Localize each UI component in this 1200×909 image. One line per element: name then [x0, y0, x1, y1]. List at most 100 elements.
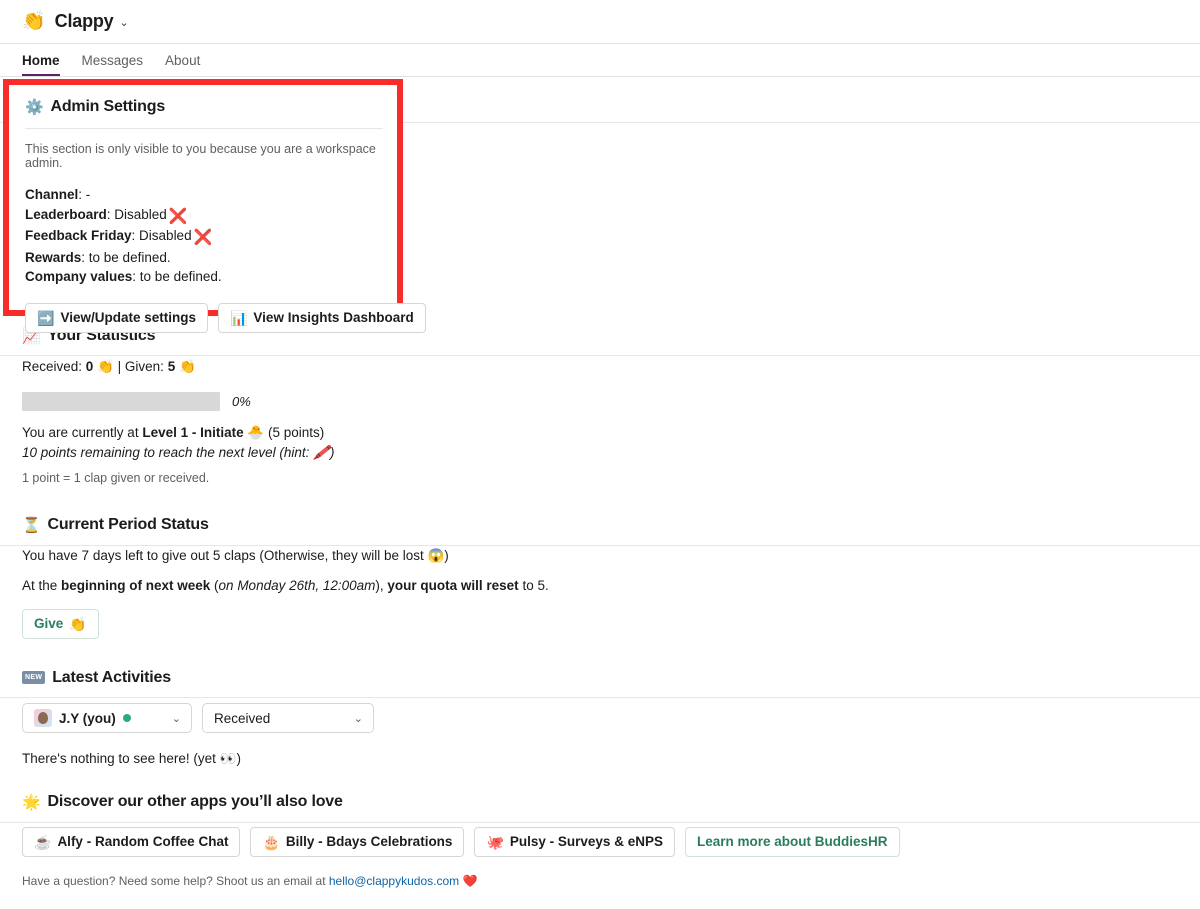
view-insights-dashboard-button[interactable]: 📊 View Insights Dashboard	[217, 302, 426, 333]
view-update-settings-label: View/Update settings	[60, 309, 196, 325]
admin-settings-card: ⚙️ Admin Settings This section is only v…	[9, 85, 426, 333]
support-email-link[interactable]: hello@clappykudos.com	[329, 874, 459, 888]
latest-activities-section: NEW Latest Activities J.Y (you) ⌄ Receiv…	[0, 669, 1200, 767]
level-progress-row: 0%	[22, 392, 1200, 411]
discover-apps-section: 🌟 Discover our other apps you’ll also lo…	[0, 793, 1200, 888]
bar-chart-icon: 📊	[229, 309, 248, 326]
latest-activities-title-row: NEW Latest Activities	[22, 669, 1200, 687]
admin-settings-title: Admin Settings	[50, 98, 166, 115]
current-period-title: Current Period Status	[47, 516, 209, 533]
received-value: 0	[85, 359, 94, 374]
app-root: 👏 Clappy ⌄ Home Messages About ⚙️ Admin …	[0, 0, 1200, 909]
arrow-right-icon: ➡️	[37, 309, 55, 326]
admin-settings-title-row: ⚙️ Admin Settings	[25, 98, 383, 116]
admin-row-company-values: Company values: to be defined.	[25, 267, 383, 287]
activities-empty-state: There's nothing to see here! (yet 👀)	[22, 751, 1200, 767]
app-button-label: Billy - Bdays Celebrations	[285, 834, 453, 850]
screaming-face-icon: 😱	[427, 548, 445, 563]
learn-more-buddieshr-button[interactable]: Learn more about BuddiesHR	[684, 827, 900, 857]
discover-app-buttons: ☕ Alfy - Random Coffee Chat 🎂 Billy - Bd…	[22, 827, 1200, 857]
clap-icon: 👏	[178, 359, 196, 374]
quota-reset-line: At the beginning of next week (on Monday…	[22, 578, 1200, 593]
current-level-line: You are currently at Level 1 - Initiate …	[22, 425, 1200, 441]
crayon-icon: 🖍️	[313, 445, 330, 460]
app-button-label: Pulsy - Surveys & eNPS	[509, 834, 663, 850]
app-button-alfy[interactable]: ☕ Alfy - Random Coffee Chat	[22, 827, 241, 857]
admin-row-label: Rewards	[25, 249, 82, 265]
empty-state-suffix: )	[236, 751, 242, 766]
current-level-points: (5 points)	[264, 425, 325, 440]
activities-filters: J.Y (you) ⌄ Received ⌄	[22, 703, 1200, 733]
latest-activities-title: Latest Activities	[52, 669, 171, 686]
view-update-settings-button[interactable]: ➡️ View/Update settings	[25, 302, 208, 333]
current-level-prefix: You are currently at	[22, 425, 143, 440]
hatching-chick-icon: 🐣	[247, 425, 265, 440]
coffee-icon: ☕	[34, 834, 52, 850]
tab-home[interactable]: Home	[22, 53, 60, 76]
chevron-down-icon: ⌄	[171, 712, 181, 725]
birthday-cake-icon: 🎂	[262, 834, 280, 850]
quota-reset-prefix: At the	[22, 578, 62, 593]
clap-icon: 👏	[97, 359, 114, 374]
tab-messages[interactable]: Messages	[82, 53, 144, 77]
next-level-hint-suffix: )	[329, 445, 335, 460]
current-level-name: Level 1 - Initiate	[142, 425, 244, 440]
activity-type-select[interactable]: Received ⌄	[202, 703, 374, 733]
give-claps-button[interactable]: Give 👏	[22, 609, 99, 639]
admin-row-label: Leaderboard	[25, 206, 107, 222]
quota-reset-bold: your quota will reset	[387, 578, 519, 593]
admin-row-feedback-friday: Feedback Friday: Disabled ❌	[25, 226, 383, 248]
days-left-line: You have 7 days left to give out 5 claps…	[22, 548, 1200, 564]
online-status-icon	[122, 714, 131, 722]
quota-reset-suffix: to 5.	[518, 578, 549, 593]
counts-separator: |	[113, 359, 125, 374]
quota-reset-paren-open: (	[210, 578, 219, 593]
gear-icon: ⚙️	[25, 98, 44, 116]
empty-state-text: There's nothing to see here! (yet	[22, 751, 220, 766]
admin-row-value: : Disabled	[106, 206, 167, 222]
days-left-suffix: )	[444, 548, 449, 563]
app-button-pulsy[interactable]: 🐙 Pulsy - Surveys & eNPS	[474, 827, 675, 857]
level-progress-bar	[22, 392, 220, 411]
admin-row-rewards: Rewards: to be defined.	[25, 248, 383, 268]
hourglass-icon: ⏳	[22, 516, 41, 534]
admin-row-label: Channel	[25, 187, 79, 202]
cross-mark-icon: ❌	[168, 207, 188, 225]
user-filter-content: J.Y (you)	[34, 709, 131, 727]
app-button-billy[interactable]: 🎂 Billy - Bdays Celebrations	[250, 827, 465, 857]
admin-card-divider	[25, 128, 383, 129]
clappy-logo-icon: 👏	[22, 11, 46, 32]
discover-title: Discover our other apps you’ll also love	[47, 793, 343, 810]
your-statistics-section: 📈 Your Statistics Received: 0 👏 | Given:…	[0, 327, 1200, 485]
glowing-star-icon: 🌟	[22, 793, 41, 811]
quota-reset-date: on Monday 26th, 12:00am	[218, 578, 376, 593]
next-level-hint-text: 10 points remaining to reach the next le…	[22, 445, 314, 460]
give-action-row: Give 👏	[22, 609, 1200, 639]
chevron-down-icon[interactable]: ⌄	[119, 16, 128, 29]
chevron-down-icon: ⌄	[353, 712, 363, 725]
view-insights-dashboard-label: View Insights Dashboard	[253, 309, 414, 325]
cross-mark-icon: ❌	[193, 229, 213, 246]
eyes-icon: 👀	[219, 751, 237, 766]
quota-reset-paren-close: ),	[375, 578, 388, 593]
claps-counts-line: Received: 0 👏 | Given: 5 👏	[22, 359, 1200, 375]
support-email-line: Have a question? Need some help? Shoot u…	[22, 874, 1200, 888]
user-filter-select[interactable]: J.Y (you) ⌄	[22, 703, 192, 733]
clap-icon: 👏	[69, 616, 87, 632]
tab-bar: Home Messages About	[0, 44, 1200, 77]
new-badge-icon: NEW	[22, 670, 46, 684]
quota-reset-week: beginning of next week	[61, 578, 211, 593]
admin-row-value: : Disabled	[131, 228, 192, 243]
app-title: Clappy	[54, 11, 114, 31]
octopus-icon: 🐙	[486, 834, 504, 850]
next-level-hint-line: 10 points remaining to reach the next le…	[22, 445, 1200, 461]
admin-actions: ➡️ View/Update settings 📊 View Insights …	[25, 302, 426, 333]
current-period-title-row: ⏳ Current Period Status	[22, 516, 1200, 534]
tab-about[interactable]: About	[165, 53, 200, 77]
admin-row-label: Feedback Friday	[25, 228, 132, 243]
app-header: 👏 Clappy ⌄	[0, 0, 1200, 44]
given-label: Given:	[124, 359, 168, 374]
admin-settings-list: Channel: - Leaderboard: Disabled ❌ Feedba…	[25, 185, 383, 287]
admin-row-value: : to be defined.	[132, 269, 222, 284]
admin-row-value: : to be defined.	[81, 249, 171, 265]
